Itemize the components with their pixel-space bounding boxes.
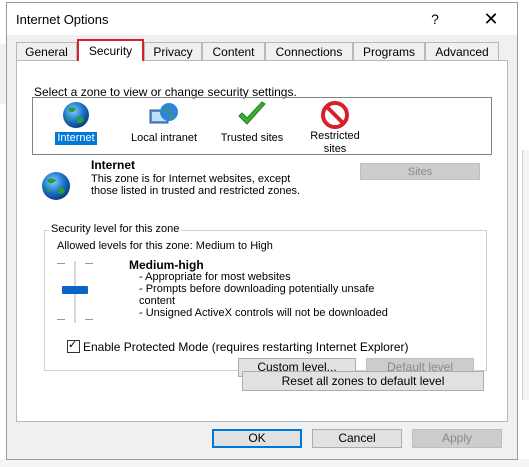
zone-trusted-sites[interactable]: Trusted sites [211,100,293,145]
slider-tick [85,263,93,264]
allowed-levels-text: Allowed levels for this zone: Medium to … [57,240,273,252]
security-tab-panel: Select a zone to view or change security… [16,60,508,422]
security-level-group: Security level for this zone Allowed lev… [44,223,487,377]
tab-privacy[interactable]: Privacy [144,42,202,60]
zone-label: Local intranet [130,132,198,144]
ok-button[interactable]: OK [212,429,302,448]
sites-button[interactable]: Sites [360,163,480,180]
protected-mode-checkbox[interactable] [67,338,80,353]
zone-label: Restricted sites [310,130,360,155]
checkmark-icon [238,101,266,125]
zone-internet[interactable]: Internet [35,100,117,145]
zone-title: Internet [91,158,136,172]
tab-connections[interactable]: Connections [265,42,353,60]
tab-advanced[interactable]: Advanced [425,42,499,60]
apply-button[interactable]: Apply [412,429,502,448]
zone-local-intranet[interactable]: Local intranet [123,100,205,145]
level-description: - Appropriate for most websites - Prompt… [129,271,469,319]
background-window-edge [522,150,529,400]
internet-options-dialog: Internet Options ? ✕ General Security Pr… [6,2,518,460]
level-title: Medium-high [129,258,204,272]
security-level-legend: Security level for this zone [49,223,182,235]
title-bar: Internet Options ? ✕ [7,3,517,35]
level-bullet: - Appropriate for most websites [139,271,291,283]
globe-icon [42,172,70,200]
protected-mode-row[interactable]: Enable Protected Mode (requires restarti… [67,338,409,354]
slider-tick [85,319,93,320]
globe-icon [63,102,89,128]
background-window-edge [0,459,529,467]
no-entry-icon [321,101,349,129]
zone-label: Trusted sites [220,132,284,144]
level-bullet: - Unsigned ActiveX controls will not be … [139,307,388,319]
tab-security[interactable]: Security [77,39,144,61]
help-button[interactable]: ? [423,9,447,29]
tab-programs[interactable]: Programs [353,42,425,60]
slider-tick [57,319,65,320]
tab-content[interactable]: Content [202,42,265,60]
level-bullet: - Prompts before downloading potentially… [139,283,375,307]
slider-thumb[interactable] [62,286,88,294]
reset-all-zones-button[interactable]: Reset all zones to default level [242,371,484,391]
tab-general[interactable]: General [16,42,77,60]
zone-list: Internet Local intranet Trusted sites Re… [32,97,492,155]
zone-label: Internet [55,132,97,145]
cancel-button[interactable]: Cancel [312,429,402,448]
zone-restricted-sites[interactable]: Restricted sites [299,100,371,156]
close-button[interactable]: ✕ [477,7,505,31]
protected-mode-label: Enable Protected Mode (requires restarti… [83,340,409,354]
network-globe-icon [149,103,178,124]
tab-strip: General Security Privacy Content Connect… [16,39,508,61]
zone-description: This zone is for Internet websites, exce… [91,173,301,197]
slider-tick [57,263,65,264]
window-title: Internet Options [16,12,109,27]
